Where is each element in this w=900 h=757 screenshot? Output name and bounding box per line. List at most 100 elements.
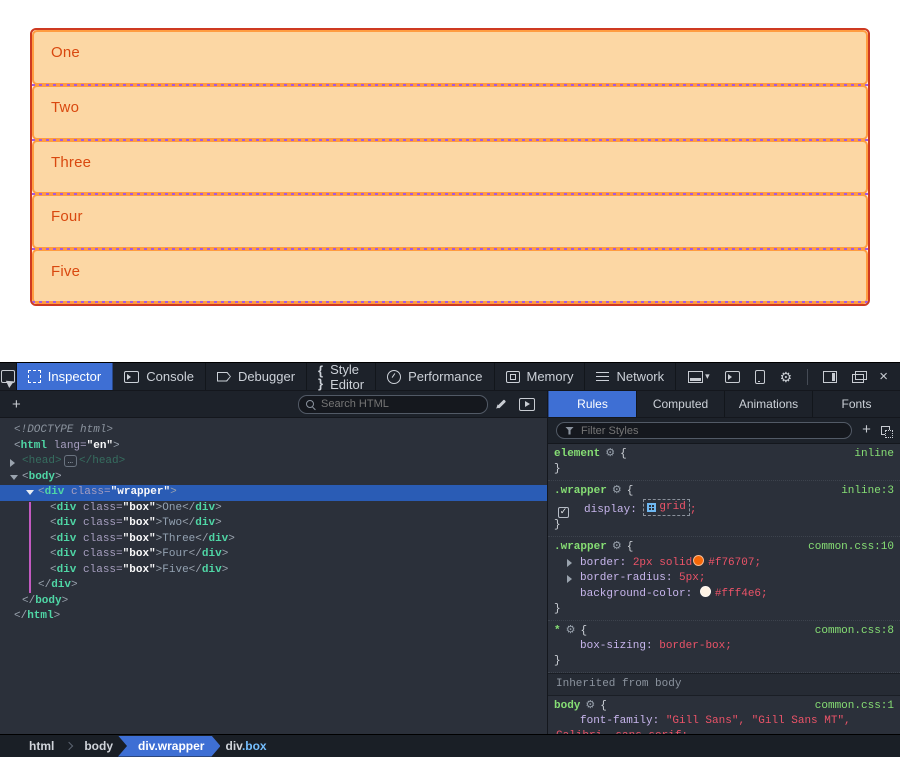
inspector-content: <!DOCTYPE html> <html lang="en"> <head>…… (0, 418, 900, 734)
collapse-arrow-icon[interactable] (10, 475, 18, 480)
rule-source-link[interactable]: common.css:1 (815, 699, 894, 714)
wrapper-close-node[interactable]: </div> (0, 578, 547, 594)
property-value[interactable]: grid (659, 500, 685, 515)
property-name[interactable]: display: (584, 504, 637, 516)
grid-highlighter-toggle[interactable]: grid (643, 499, 689, 516)
rule-source-link[interactable]: common.css:8 (815, 624, 894, 639)
property-value[interactable]: 2px solid (633, 557, 692, 569)
rule-selector[interactable]: element (554, 447, 600, 462)
search-html-input[interactable] (298, 395, 488, 414)
box-node[interactable]: <div class="box">One</div> (0, 501, 547, 517)
html-open-node[interactable]: <html lang="en"> (0, 439, 547, 455)
settings-gear-icon[interactable]: ⚙ (780, 370, 793, 384)
property-value[interactable]: border-box; (659, 640, 732, 652)
declaration-checkbox[interactable]: ✓ (558, 507, 569, 518)
breadcrumb-html[interactable]: html (20, 739, 63, 753)
rule-source-link[interactable]: inline (854, 447, 894, 462)
sidebar-toggle-icon[interactable] (823, 371, 837, 383)
tab-network[interactable]: Network (585, 363, 676, 390)
box-node[interactable]: <div class="box">Four</div> (0, 547, 547, 563)
body-close-node[interactable]: </body> (0, 594, 547, 610)
collapse-arrow-icon[interactable] (26, 490, 34, 495)
property-name[interactable]: font-family: (580, 715, 659, 727)
tab-inspector[interactable]: Inspector (17, 363, 113, 390)
tab-style-editor[interactable]: { } Style Editor (307, 363, 376, 390)
property-name[interactable]: box-sizing: (580, 640, 653, 652)
attr-name: class= (76, 517, 122, 529)
text-content: Three (162, 533, 195, 545)
tab-memory[interactable]: Memory (495, 363, 586, 390)
separate-window-icon[interactable] (852, 374, 864, 383)
pick-element-button[interactable] (0, 363, 17, 390)
rule-selector[interactable]: .wrapper (554, 540, 607, 555)
rule-selector[interactable]: * (554, 624, 561, 639)
breadcrumb-body[interactable]: body (75, 739, 122, 753)
search-html-wrapper (298, 395, 488, 414)
tag-name: div (57, 517, 77, 529)
attr-value: "en" (87, 440, 113, 452)
rule-gear-icon[interactable]: ⚙ (612, 540, 622, 555)
add-rule-button[interactable]: + (862, 423, 871, 438)
breadcrumb-div-box[interactable]: div.box (216, 739, 275, 753)
tab-rules[interactable]: Rules (548, 391, 636, 417)
property-value[interactable]: 5px; (679, 572, 705, 584)
expand-longhand-icon[interactable] (567, 559, 572, 567)
filter-styles-input[interactable] (556, 422, 852, 439)
tab-debugger[interactable]: Debugger (206, 363, 307, 390)
rule-gear-icon[interactable]: ⚙ (612, 484, 622, 499)
breadcrumb-div-wrapper-selected[interactable]: div.wrapper (118, 736, 220, 757)
rule-selector[interactable]: body (554, 699, 580, 714)
rule-gear-icon[interactable]: ⚙ (585, 699, 595, 714)
close-icon[interactable]: × (879, 369, 888, 384)
expand-longhand-icon[interactable] (567, 575, 572, 583)
rules-panel: + element⚙{inline } .wrapper⚙{inline:3 ✓… (548, 418, 900, 734)
html-close-node[interactable]: </html> (0, 609, 547, 625)
box-node[interactable]: <div class="box">Five</div> (0, 563, 547, 579)
rule-gear-icon[interactable]: ⚙ (566, 624, 576, 639)
punct: </ (189, 564, 202, 576)
property-name[interactable]: border: (580, 557, 626, 569)
tab-fonts[interactable]: Fonts (812, 391, 900, 417)
tab-console[interactable]: Console (113, 363, 206, 390)
split-console-icon[interactable] (725, 371, 740, 383)
property-name[interactable]: border-radius: (580, 572, 672, 584)
punct: < (50, 502, 57, 514)
rule-source-link[interactable]: inline:3 (841, 484, 894, 499)
box-node[interactable]: <div class="box">Three</div> (0, 532, 547, 548)
color-value[interactable]: #fff4e6; (715, 588, 768, 600)
box-node[interactable]: <div class="box">Two</div> (0, 516, 547, 532)
property-name[interactable]: background-color: (580, 588, 692, 600)
doctype-node[interactable]: <!DOCTYPE html> (0, 423, 547, 439)
sidebar-tab-label: Animations (739, 397, 798, 411)
tag-name: div (202, 548, 222, 560)
head-open: <head> (22, 455, 62, 467)
attr-value: "box" (123, 548, 156, 560)
responsive-mode-icon[interactable] (755, 370, 765, 384)
color-value[interactable]: #f76707; (708, 557, 761, 569)
punct: </ (189, 548, 202, 560)
eyedropper-icon[interactable] (497, 399, 506, 408)
color-swatch-cream[interactable] (700, 586, 711, 597)
property-value[interactable]: Calibri, sans-serif; (556, 730, 688, 734)
head-node[interactable]: <head>…</head> (0, 454, 547, 470)
rule-selector[interactable]: .wrapper (554, 484, 607, 499)
body-open-node[interactable]: <body> (0, 470, 547, 486)
ellipsis-badge[interactable]: … (64, 455, 77, 467)
rule-gear-icon[interactable]: ⚙ (605, 447, 615, 462)
property-value[interactable]: "Gill Sans", "Gill Sans MT", (666, 715, 851, 727)
box-label: Five (51, 263, 80, 280)
play-panel-icon[interactable] (519, 398, 535, 411)
tab-computed[interactable]: Computed (636, 391, 724, 417)
dock-side-icon (688, 371, 703, 383)
rule-source-link[interactable]: common.css:10 (808, 540, 894, 555)
tab-performance[interactable]: Performance (376, 363, 494, 390)
wrapper-node-selected[interactable]: <div class="wrapper"> (0, 485, 547, 501)
tab-label: Style Editor (330, 362, 364, 392)
color-swatch-orange[interactable] (693, 555, 704, 566)
expand-arrow-icon[interactable] (10, 459, 15, 467)
add-node-button[interactable]: + (0, 396, 33, 413)
tab-animations[interactable]: Animations (724, 391, 812, 417)
tag-name: html (21, 440, 47, 452)
dock-side-button[interactable]: ▾ (688, 371, 710, 383)
pseudo-class-panel-icon[interactable] (881, 426, 890, 435)
